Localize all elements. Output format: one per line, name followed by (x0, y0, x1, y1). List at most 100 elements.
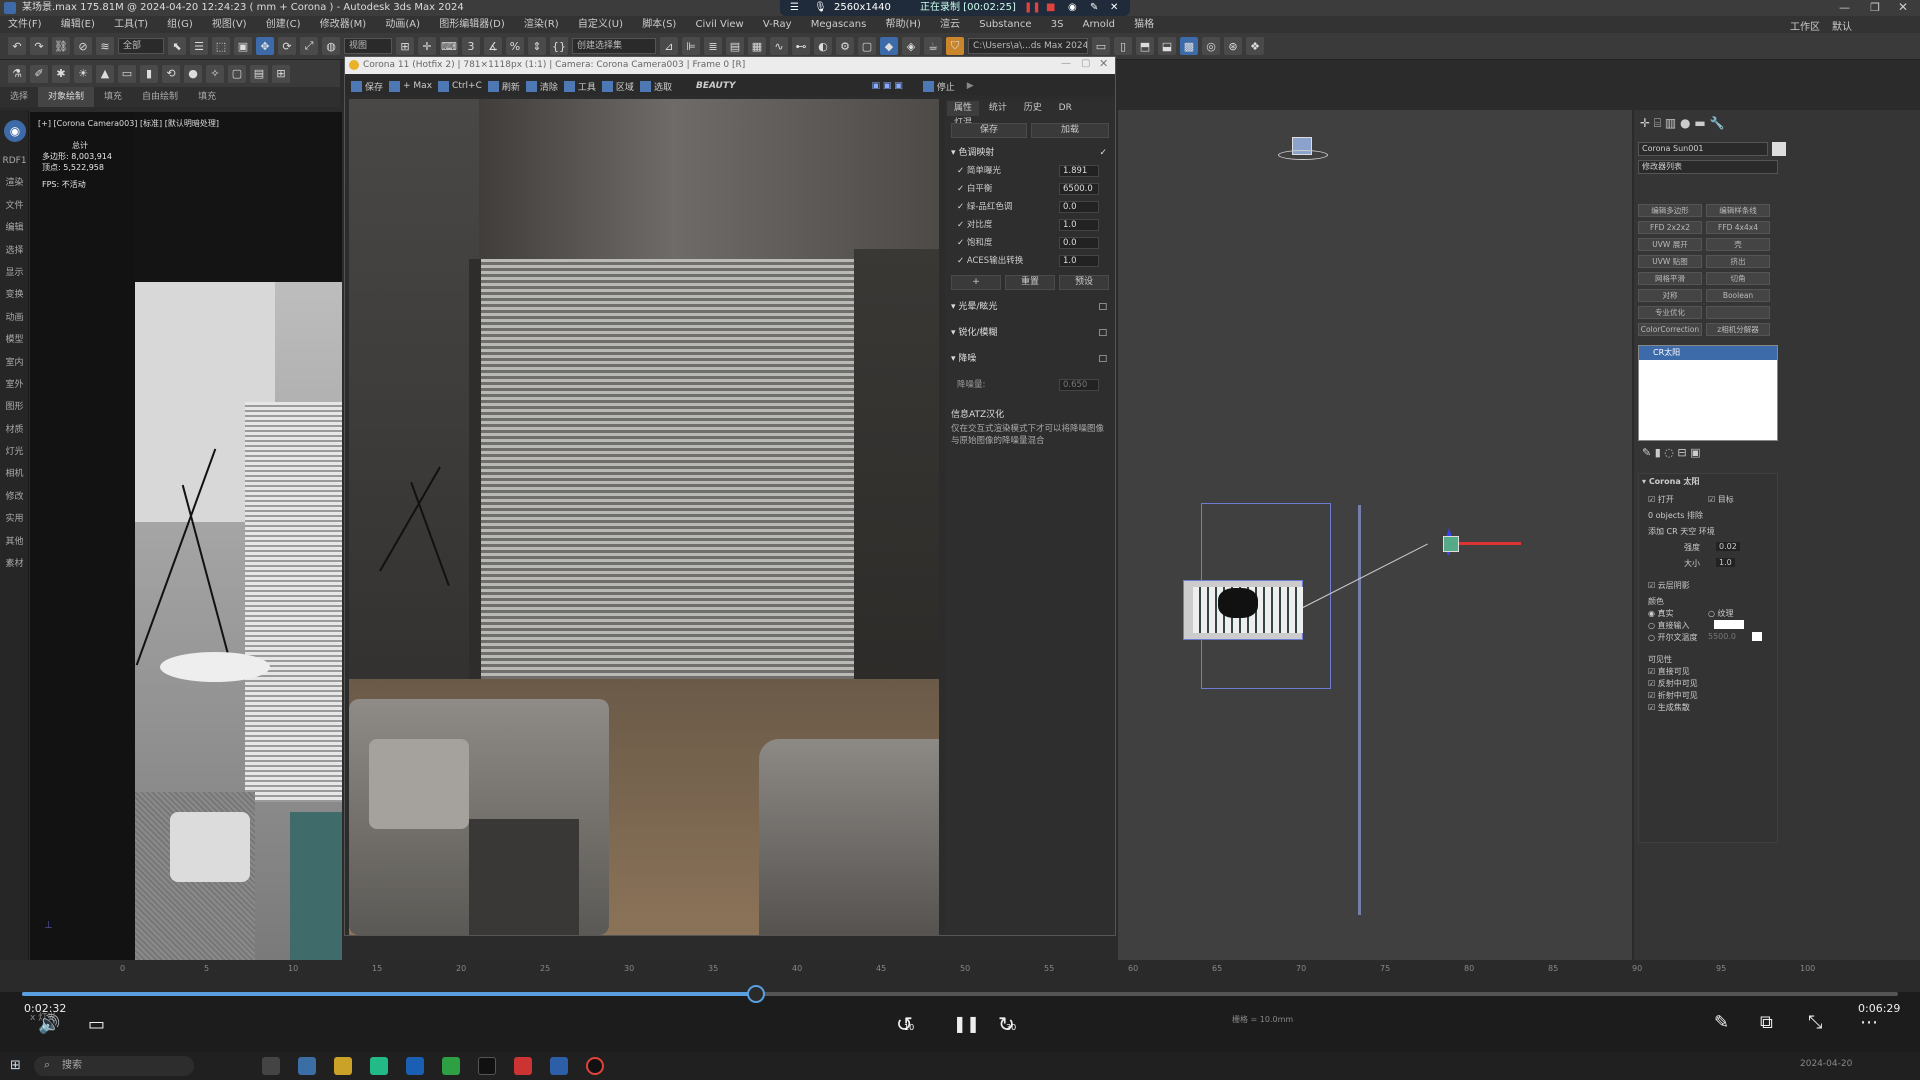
vfb-copy-button[interactable]: Ctrl+C (438, 80, 482, 92)
refresh-icon[interactable]: ⟲ (162, 64, 180, 83)
param-row[interactable]: ✓ 白平衡 6500.0 (957, 181, 1107, 197)
stop-record-icon[interactable]: ■ (1046, 0, 1055, 16)
left-nav-item[interactable]: 材质 (0, 419, 29, 441)
cloud-shadow-checkbox[interactable]: ☑ 云层阴影 (1648, 580, 1690, 591)
visibility-checkbox[interactable]: ☑ 生成焦散 (1648, 702, 1690, 713)
named-selection-icon[interactable]: {} (550, 37, 568, 55)
menu-item[interactable]: 自定义(U) (570, 16, 631, 33)
netease-icon[interactable] (514, 1057, 532, 1075)
redo-icon[interactable]: ↷ (30, 37, 48, 55)
book-icon[interactable]: ▮ (140, 64, 158, 83)
viewport-perspective[interactable] (1118, 110, 1632, 960)
teapot-icon[interactable]: ☕ (924, 37, 942, 55)
object-name-input[interactable]: Corona Sun001 (1638, 142, 1768, 156)
vfb-tab[interactable]: 历史 (1017, 101, 1049, 116)
spinner-snap-icon[interactable]: ⇕ (528, 37, 546, 55)
left-nav-item[interactable]: 素材 (0, 553, 29, 575)
camera-icon[interactable]: ◉ (1068, 0, 1077, 16)
denoise-row[interactable]: 降噪量: 0.650 (957, 377, 1107, 393)
light-icon[interactable]: ✱ (52, 64, 70, 83)
section-denoise[interactable]: ▾ 降噪 □ (951, 351, 1111, 367)
modifier-button[interactable]: UVW 贴图 (1638, 255, 1702, 268)
vfb-panel-save-button[interactable]: 保存 (951, 123, 1027, 138)
3dsmax-icon[interactable] (550, 1057, 568, 1075)
rollout-title[interactable]: ▾ Corona 太阳 (1642, 476, 1700, 487)
scale-icon[interactable]: ⤢ (300, 37, 318, 55)
stack-item[interactable]: CR太阳 (1639, 346, 1777, 360)
menu-item[interactable]: Arnold (1075, 16, 1123, 33)
expand-icon[interactable]: ⊞ (272, 64, 290, 83)
visibility-checkbox[interactable]: ☑ 折射中可见 (1648, 690, 1698, 701)
vfb-tab[interactable]: DR (1052, 101, 1079, 116)
select-icon[interactable]: ⬉ (168, 37, 186, 55)
vfb-maximize-icon[interactable]: ▢ (1081, 58, 1090, 69)
frame-icon[interactable]: ▢ (228, 64, 246, 83)
left-nav-item[interactable]: 渲染 (0, 172, 29, 194)
kelvin-input[interactable]: 5500.0 (1708, 632, 1736, 641)
vfb-tab[interactable]: 统计 (982, 101, 1014, 116)
render-production-icon[interactable]: ◆ (880, 37, 898, 55)
render-shield-icon[interactable]: ⛉ (946, 37, 964, 55)
recorder-icon[interactable] (586, 1057, 604, 1075)
mic-icon[interactable]: 🎙 (814, 0, 827, 16)
vfb-minimize-icon[interactable]: — (1061, 58, 1071, 69)
param-row[interactable]: ✓ 简单曝光 1.891 (957, 163, 1107, 179)
selection-filter-dropdown[interactable]: 全部 (118, 38, 164, 54)
section-tonemap[interactable]: ▾ 色调映射 ✓ (951, 145, 1111, 161)
pen-icon[interactable]: ✎ (1714, 1012, 1729, 1033)
unlink-icon[interactable]: ⊘ (74, 37, 92, 55)
rect-select-icon[interactable]: ⬚ (212, 37, 230, 55)
left-nav-item[interactable]: 显示 (0, 262, 29, 284)
bulb-icon[interactable]: ✧ (206, 64, 224, 83)
tag-icon[interactable]: ⬒ (1136, 37, 1154, 55)
viewport-label[interactable]: [+] [Corona Camera003] [标准] [默认明暗处理] (38, 118, 219, 129)
recorder-close-icon[interactable]: ✕ (1110, 0, 1118, 16)
ribbon-icon[interactable]: ▦ (748, 37, 766, 55)
pause-record-icon[interactable]: ❚❚ (1024, 0, 1041, 16)
modifier-button[interactable]: FFD 4x4x4 (1706, 221, 1770, 234)
vfb-region-button[interactable]: 区域 (601, 80, 634, 93)
left-nav-item[interactable]: 实用 (0, 508, 29, 530)
menu-item[interactable]: 视图(V) (204, 16, 255, 33)
modifier-button[interactable]: ColorCorrection (1638, 323, 1702, 336)
reference-coord-dropdown[interactable]: 视图 (344, 38, 392, 54)
pen-icon[interactable]: ✎ (1090, 0, 1098, 16)
box-icon[interactable]: ▭ (118, 64, 136, 83)
target-checkbox[interactable]: ☑ 目标 (1708, 494, 1734, 505)
modifier-button[interactable]: 挤出 (1706, 255, 1770, 268)
color-radio[interactable]: ◉ 真实 (1648, 608, 1674, 619)
vfb-tab[interactable]: 属性 (947, 101, 980, 116)
align-icon[interactable]: ⊫ (682, 37, 700, 55)
left-nav-item[interactable]: 编辑 (0, 217, 29, 239)
menu-item[interactable]: Megascans (803, 16, 875, 33)
menu-item[interactable]: 创建(C) (258, 16, 309, 33)
vfb-max-button[interactable]: + Max (389, 80, 432, 92)
vfb-clear-button[interactable]: 清除 (525, 80, 558, 93)
menu-item[interactable]: 猫格 (1126, 16, 1162, 33)
param-row[interactable]: ✓ 对比度 1.0 (957, 217, 1107, 233)
modifier-button[interactable]: FFD 2x2x2 (1638, 221, 1702, 234)
workspace-label[interactable]: 工作区 (1790, 18, 1820, 33)
project-path-dropdown[interactable]: C:\Users\a\...ds Max 2024 (968, 38, 1088, 54)
vfb-refresh-button[interactable]: 刷新 (487, 80, 520, 93)
plugin-icon[interactable]: ❖ (1246, 37, 1264, 55)
layer-icon[interactable]: ≣ (704, 37, 722, 55)
menu-item[interactable]: 渲染(R) (516, 16, 567, 33)
paint-icon[interactable]: ✐ (30, 64, 48, 83)
volume-icon[interactable]: 🔊 (38, 1014, 60, 1035)
schematic-icon[interactable]: ⊷ (792, 37, 810, 55)
modifier-button[interactable]: Boolean (1706, 289, 1770, 302)
left-nav-item[interactable]: 模型 (0, 329, 29, 351)
direct-color-swatch[interactable] (1714, 620, 1744, 629)
globe-icon[interactable]: ◎ (1202, 37, 1220, 55)
progress-handle[interactable] (746, 985, 765, 1003)
place-icon[interactable]: ◍ (322, 37, 340, 55)
taskview-icon[interactable] (262, 1057, 280, 1075)
left-nav-item[interactable]: 室内 (0, 352, 29, 374)
sun-icon[interactable]: ☀ (74, 64, 92, 83)
left-nav-item[interactable]: 其他 (0, 531, 29, 553)
modifier-button[interactable]: 编辑样条线 (1706, 204, 1770, 217)
pivot-icon[interactable]: ⊞ (396, 37, 414, 55)
render-setup-icon[interactable]: ⚙ (836, 37, 854, 55)
restore-icon[interactable]: ❐ (1870, 1, 1880, 14)
